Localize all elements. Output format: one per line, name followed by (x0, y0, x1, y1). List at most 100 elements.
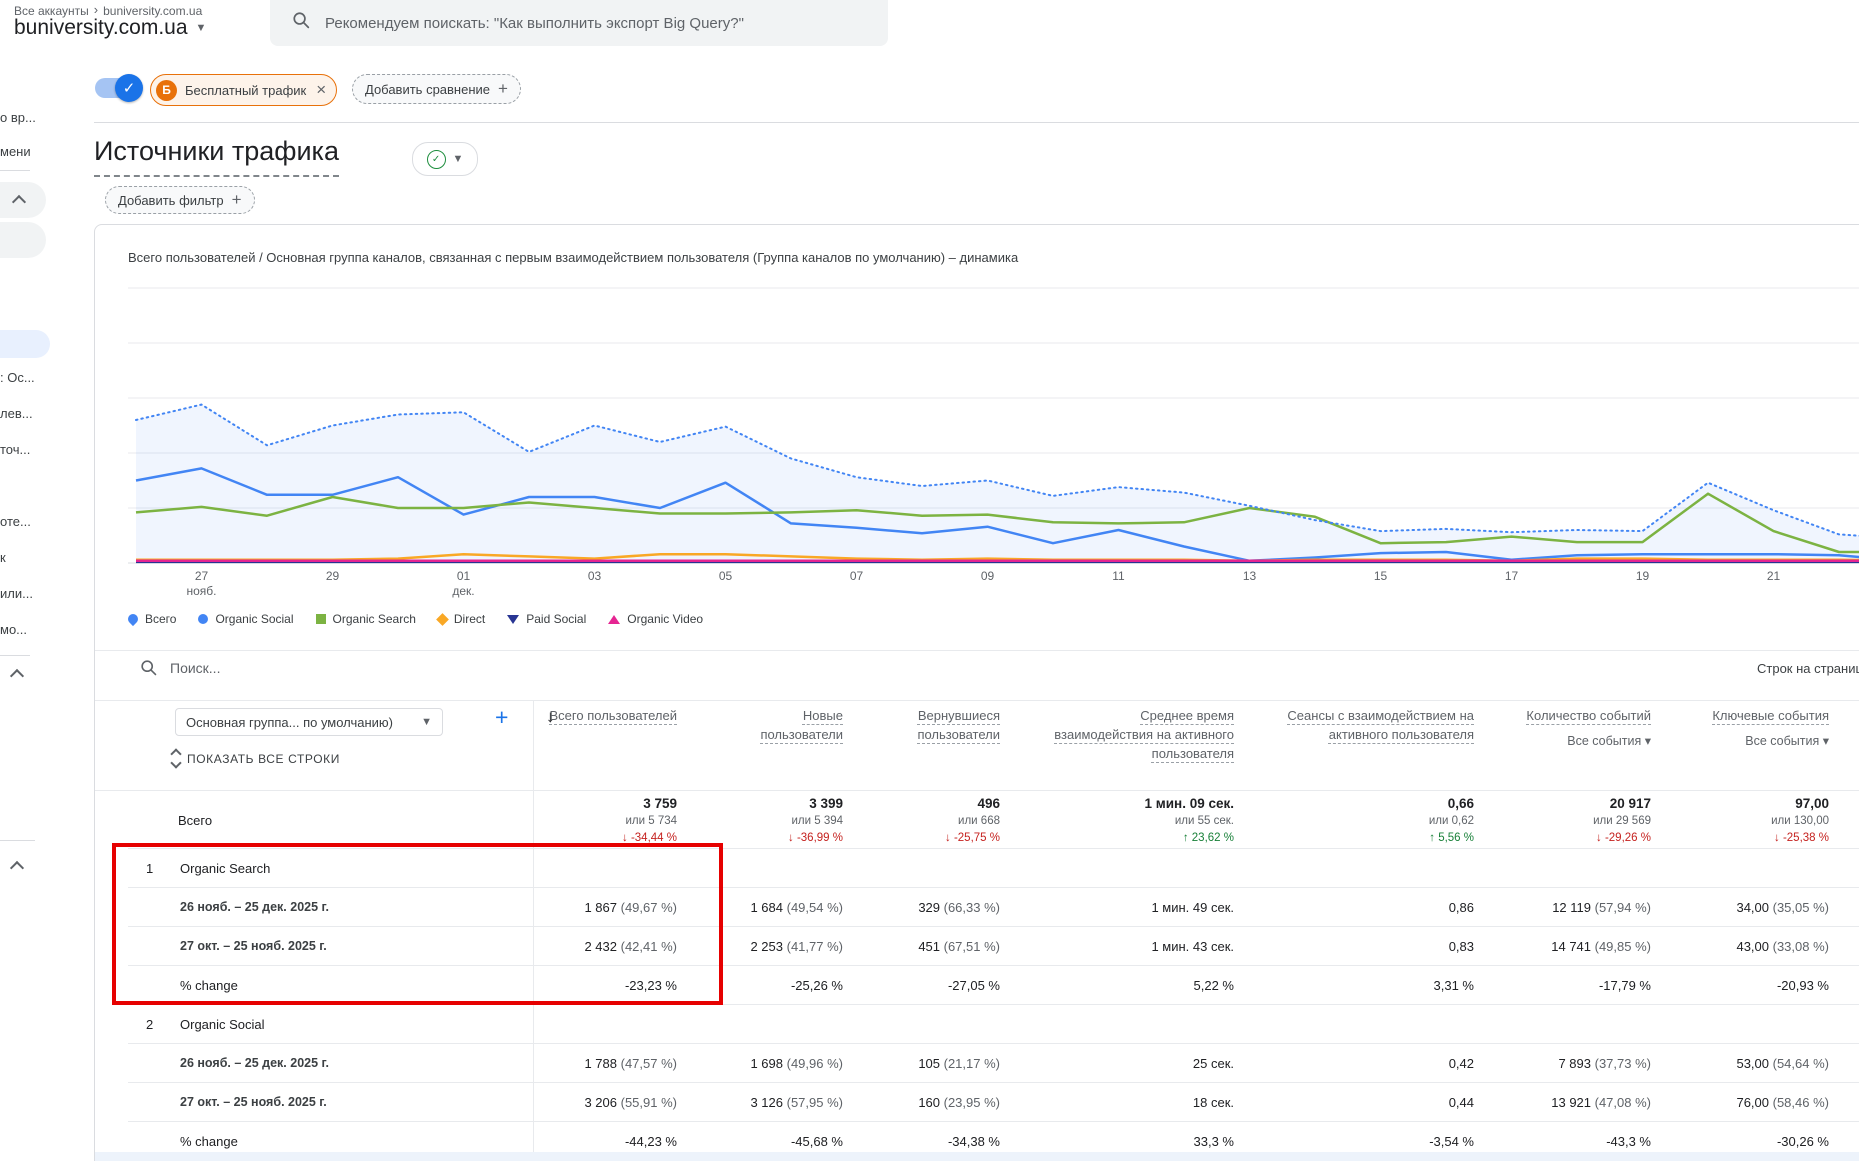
add-filter-button[interactable]: Добавить фильтр + (105, 186, 255, 214)
column-header-1[interactable]: Всего пользователей (533, 706, 723, 763)
divider (95, 650, 1859, 651)
row-label: 26 нояб. – 25 дек. 2025 г. (180, 900, 329, 914)
nav-collapse-pill[interactable] (0, 182, 46, 218)
plus-icon: + (231, 190, 242, 209)
column-header-4[interactable]: Среднее время взаимодействия на активног… (1046, 706, 1280, 763)
legend-label: Paid Social (526, 612, 587, 626)
metric-cell: 3 126 (57,95 %) (750, 1094, 843, 1110)
drop-marker-icon (125, 611, 141, 627)
nav-item-truncated[interactable]: к (0, 550, 42, 565)
legend-item-direct: Direct (436, 612, 485, 626)
totals-row: Всего 3 759 или 5 734 ↓ -34,44 % 3 399 или 5 … (128, 792, 1859, 848)
legend-label: Всего (145, 612, 177, 626)
legend-item-paid-social: Paid Social (507, 612, 586, 626)
totals-label: Всего (178, 812, 213, 828)
totals-cell: 20 917 или 29 569 ↓ -29,26 % (1593, 796, 1651, 844)
metric-cell: 18 сек. (1192, 1094, 1234, 1110)
add-filter-label: Добавить фильтр (118, 192, 224, 208)
account-selector[interactable]: buniversity.com.ua ▼ (14, 16, 206, 40)
metric-cell: -34,38 % (947, 1133, 1000, 1149)
metric-cell: 53,00 (54,64 %) (1736, 1055, 1829, 1071)
column-header-5[interactable]: Сеансы с взаимодействием на активного по… (1280, 706, 1520, 763)
tri-down-marker-icon (507, 614, 520, 624)
metric-cell: 33,3 % (1193, 1133, 1234, 1149)
search-suggestion-text: Рекомендуем поискать: "Как выполнить экс… (325, 14, 744, 32)
legend-item-organic-video: Organic Video (608, 612, 703, 626)
column-header-label: Вернувшиеся пользователи (917, 708, 1000, 742)
nav-item-truncated[interactable]: точ... (0, 442, 42, 457)
date-range-row[interactable]: 26 нояб. – 25 дек. 2025 г. 1 867 (49,67 %… (128, 887, 1859, 926)
nav-pill[interactable] (0, 222, 46, 258)
event-scope-select[interactable]: Все события ▾ (1697, 732, 1829, 751)
nav-selected-pill[interactable] (0, 330, 50, 358)
metric-cell: 25 сек. (1192, 1055, 1234, 1071)
nav-item-truncated[interactable]: мо... (0, 622, 42, 637)
percent-change-row[interactable]: % change -23,23 % -25,26 % -27,05 % 5,22 % 3,… (128, 965, 1859, 1004)
close-icon[interactable]: × (316, 80, 326, 100)
channel-row-organic-social[interactable]: 2 Organic Social (128, 1004, 1859, 1043)
comparison-toggle[interactable]: ✓ (95, 74, 143, 102)
divider (0, 655, 30, 656)
channel-row-organic-search[interactable]: 1 Organic Search (128, 848, 1859, 887)
metric-cell: 76,00 (58,46 %) (1736, 1094, 1829, 1110)
column-header-2[interactable]: Новые пользователи (723, 706, 889, 763)
circle-marker-icon (198, 614, 209, 624)
timeseries-chart: 27нояб. 29 01дек. 03 05 07 09 11 13 15 17 19 21 (128, 287, 1859, 598)
nav-item-truncated[interactable]: мени (0, 144, 42, 159)
date-range-row[interactable]: 27 окт. – 25 нояб. 2025 г. 3 206 (55,91 %… (128, 1082, 1859, 1121)
dimension-select-value: Основная группа... по умолчанию) (186, 714, 394, 730)
metric-cell: -23,23 % (624, 977, 677, 993)
metric-cell: 2 432 (42,41 %) (584, 938, 677, 954)
nav-item-truncated[interactable]: о вр... (0, 110, 42, 125)
event-scope-select[interactable]: Все события ▾ (1520, 732, 1651, 751)
nav-item-truncated[interactable]: лев... (0, 406, 42, 421)
chart-legend: Всего Organic Social Organic Search Direct P… (125, 611, 703, 627)
column-header-7[interactable]: Ключевые события Все события ▾ (1697, 706, 1859, 763)
row-label: % change (180, 1133, 238, 1149)
plus-icon: + (498, 79, 508, 98)
column-header-label: Всего пользователей (549, 708, 677, 723)
metric-cell: 7 893 (37,73 %) (1558, 1055, 1651, 1071)
account-name: buniversity.com.ua (14, 16, 188, 39)
collapse-chevron[interactable] (9, 668, 25, 686)
nav-item-truncated[interactable]: оте... (0, 514, 42, 529)
column-header-3[interactable]: Вернувшиеся пользователи (889, 706, 1046, 763)
nav-item-truncated[interactable]: или... (0, 586, 42, 601)
add-comparison-button[interactable]: Добавить сравнение + (352, 74, 521, 104)
show-all-rows-label: ПОКАЗАТЬ ВСЕ СТРОКИ (187, 751, 340, 766)
x-axis-tick: 05 (719, 569, 733, 583)
date-range-row[interactable]: 27 окт. – 25 нояб. 2025 г. 2 432 (42,41 %… (128, 926, 1859, 965)
x-axis-tick-sub: дек. (452, 584, 474, 598)
metric-cell: -43,3 % (1606, 1133, 1651, 1149)
metric-cell: 1 867 (49,67 %) (584, 899, 677, 915)
metric-cell: -30,26 % (1776, 1133, 1829, 1149)
add-column-button[interactable]: + (495, 704, 508, 731)
report-status-pill[interactable]: ✓ ▼ (412, 142, 478, 176)
divider (95, 700, 1859, 701)
search-icon (292, 11, 311, 35)
rows-per-page-label[interactable]: Строк на странице (1757, 661, 1859, 676)
row-label: 26 нояб. – 25 дек. 2025 г. (180, 1056, 329, 1070)
legend-label: Organic Social (215, 612, 294, 626)
column-header-6[interactable]: Количество событий Все события ▾ (1520, 706, 1697, 763)
dimension-select[interactable]: Основная группа... по умолчанию) ▼ (175, 708, 443, 736)
legend-item-organic-social: Organic Social (198, 612, 294, 626)
metric-cell: 14 741 (49,85 %) (1551, 938, 1651, 954)
metric-cell: -20,93 % (1776, 977, 1829, 993)
show-all-rows-button[interactable]: ПОКАЗАТЬ ВСЕ СТРОКИ (170, 748, 340, 769)
search-suggestion-bar[interactable]: Рекомендуем поискать: "Как выполнить экс… (270, 0, 888, 46)
divider (94, 122, 1859, 123)
page-title[interactable]: Источники трафика (94, 136, 339, 177)
segment-chip-free-traffic[interactable]: Б Бесплатный трафик × (150, 74, 338, 106)
chevron-down-icon: ▼ (195, 21, 207, 34)
collapse-chevron[interactable] (9, 860, 25, 878)
table-search-input[interactable]: Поиск... (170, 660, 220, 676)
metric-cell: -45,68 % (790, 1133, 843, 1149)
metric-cell: 1 788 (47,57 %) (584, 1055, 677, 1071)
chevron-up-icon (9, 668, 25, 684)
date-range-row[interactable]: 26 нояб. – 25 дек. 2025 г. 1 788 (47,57 %… (128, 1043, 1859, 1082)
nav-item-truncated[interactable]: : Ос... (0, 370, 42, 385)
chevron-down-icon: ▼ (452, 152, 464, 165)
x-axis-tick: 03 (588, 569, 602, 583)
metric-cell: -27,05 % (947, 977, 1000, 993)
